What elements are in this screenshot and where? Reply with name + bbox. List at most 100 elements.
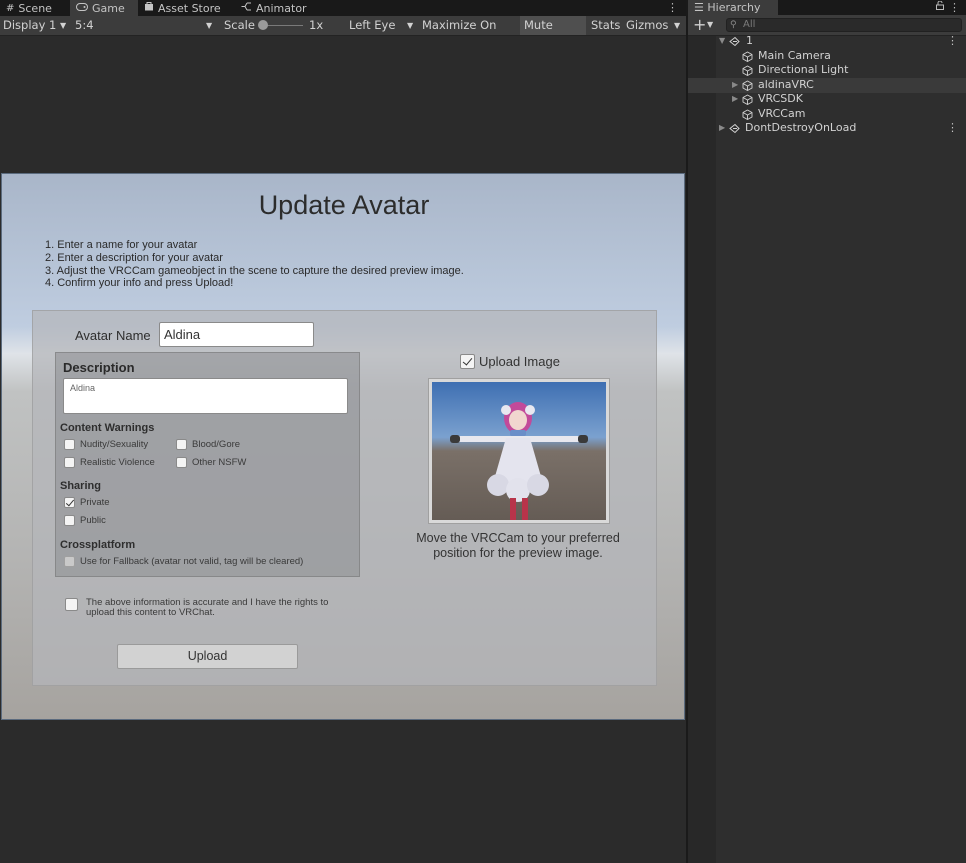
expand-arrow-icon[interactable]: ▶ (732, 92, 738, 107)
description-input[interactable]: Aldina (63, 378, 348, 414)
chevron-down-icon: ▼ (407, 21, 414, 30)
tab-asset-store-label: Asset Store (158, 1, 221, 15)
scale-value: 1x (309, 18, 324, 32)
scale-slider-track[interactable] (263, 25, 303, 26)
hierarchy-item-label: VRCCam (758, 107, 806, 120)
hierarchy-item[interactable]: ▶ aldinaVRC (688, 78, 966, 93)
gameobject-cube-icon (742, 65, 753, 76)
bag-icon (144, 1, 154, 16)
tab-animator[interactable]: Animator (235, 0, 315, 16)
content-warnings-title: Content Warnings (60, 422, 155, 434)
list-icon: ☰ (694, 1, 704, 14)
maximize-on-play-button[interactable]: Maximize On Play (419, 16, 517, 51)
description-title: Description (63, 360, 135, 375)
gameobject-cube-icon (742, 51, 753, 62)
aspect-dropdown[interactable]: 5:4 ▼ (75, 16, 217, 35)
sharing-public-label: Public (80, 515, 106, 526)
sharing-public[interactable]: Public (64, 515, 106, 526)
instruction-4: 4. Confirm your info and press Upload! (45, 277, 234, 290)
lock-icon[interactable] (936, 0, 944, 15)
upload-button[interactable]: Upload (117, 644, 298, 669)
scale-label: Scale (224, 18, 255, 32)
aspect-value: 5:4 (75, 18, 94, 32)
game-tabbar: # Scene Game Asset Store Animator ⋮ (0, 0, 686, 16)
hierarchy-item-label: Main Camera (758, 49, 831, 62)
gizmos-dropdown[interactable]: Gizmos ▼ (624, 16, 684, 35)
checkbox-checked[interactable] (460, 354, 475, 369)
instruction-1: 1. Enter a name for your avatar (45, 239, 198, 251)
sharing-private[interactable]: Private (64, 497, 110, 508)
warning-other-nsfw[interactable]: Other NSFW (176, 457, 246, 468)
search-placeholder: All (743, 19, 756, 30)
avatar-name-label: Avatar Name (75, 328, 151, 343)
upload-image-label: Upload Image (479, 354, 560, 369)
expand-arrow-icon[interactable]: ▶ (719, 121, 725, 136)
hierarchy-scene-1[interactable]: ▼ 1 ⋮ (688, 34, 966, 49)
sharing-title: Sharing (60, 480, 101, 492)
upload-image-toggle[interactable]: Upload Image (460, 354, 560, 369)
tab-game[interactable]: Game (70, 0, 138, 16)
warning-blood[interactable]: Blood/Gore (176, 439, 240, 450)
display-dropdown[interactable]: Display 1 ▼ (3, 16, 71, 35)
hierarchy-item-label: Directional Light (758, 63, 849, 76)
hierarchy-item-label: aldinaVRC (758, 78, 814, 91)
preview-caption-2: position for the preview image. (433, 546, 603, 560)
vrc-upload-screen: Update Avatar 1. Enter a name for your a… (1, 173, 685, 720)
checkbox-checked[interactable] (64, 497, 75, 508)
instruction-2: 2. Enter a description for your avatar (45, 251, 223, 264)
scale-slider-handle[interactable] (258, 20, 268, 30)
checkbox[interactable] (64, 457, 75, 468)
hierarchy-item[interactable]: Main Camera (688, 49, 966, 64)
checkbox[interactable] (176, 439, 187, 450)
sharing-private-label: Private (80, 497, 110, 508)
checkbox-disabled (64, 556, 75, 567)
stats-button[interactable]: Stats (588, 16, 622, 35)
expand-arrow-icon[interactable]: ▼ (719, 34, 725, 49)
game-viewport: Update Avatar 1. Enter a name for your a… (0, 36, 686, 863)
warning-nudity[interactable]: Nudity/Sexuality (64, 439, 148, 450)
tab-scene-label: Scene (18, 1, 52, 15)
hierarchy-search-input[interactable]: ⚲ All (726, 18, 962, 32)
display-value: Display 1 (3, 18, 57, 32)
game-menu-icon[interactable]: ⋮ (667, 0, 678, 15)
avatar-preview (432, 382, 606, 520)
game-toolbar: Display 1 ▼ 5:4 ▼ Scale 1x Left Eye ▼ Ma… (0, 16, 686, 51)
add-icon[interactable]: + (693, 15, 706, 34)
tab-scene[interactable]: # Scene (0, 0, 70, 16)
hierarchy-item[interactable]: VRCCam (688, 107, 966, 122)
hierarchy-scene-dontdestroy[interactable]: ▶ DontDestroyOnLoad ⋮ (688, 121, 966, 136)
chevron-down-icon[interactable]: ▼ (707, 15, 713, 34)
expand-arrow-icon[interactable]: ▶ (732, 78, 738, 93)
chevron-down-icon: ▼ (60, 21, 67, 30)
hierarchy-item-label: 1 (746, 34, 753, 47)
legal-checkbox[interactable] (65, 598, 78, 611)
checkbox[interactable] (176, 457, 187, 468)
avatar-name-input[interactable]: Aldina (159, 322, 314, 347)
preview-caption-1: Move the VRCCam to your preferred (416, 531, 620, 545)
scene-menu-icon[interactable]: ⋮ (947, 34, 958, 49)
tab-hierarchy[interactable]: ☰ Hierarchy (688, 0, 778, 15)
checkbox[interactable] (64, 515, 75, 526)
hierarchy-item[interactable]: Directional Light (688, 63, 966, 78)
fallback-option: Use for Fallback (avatar not valid, tag … (64, 556, 303, 567)
description-box: Description Aldina Content Warnings Nudi… (55, 352, 360, 577)
eye-dropdown[interactable]: Left Eye ▼ (349, 16, 417, 35)
mute-audio-button[interactable]: Mute Audio (520, 16, 586, 51)
hierarchy-item-label: VRCSDK (758, 92, 803, 105)
instruction-3: 3. Adjust the VRCCam gameobject in the s… (45, 264, 464, 277)
chevron-down-icon: ▼ (674, 21, 681, 30)
page-title: Update Avatar (258, 190, 430, 220)
legal-confirm[interactable]: The above information is accurate and I … (65, 598, 328, 618)
hierarchy-item-label: DontDestroyOnLoad (745, 121, 857, 134)
warning-blood-label: Blood/Gore (192, 439, 241, 450)
scene-icon (729, 36, 740, 47)
tab-asset-store[interactable]: Asset Store (138, 0, 233, 16)
scene-menu-icon[interactable]: ⋮ (947, 121, 958, 136)
tab-game-label: Game (92, 1, 125, 15)
gamepad-icon (76, 1, 88, 16)
warning-violence[interactable]: Realistic Violence (64, 457, 155, 468)
checkbox[interactable] (64, 439, 75, 450)
grid-icon: # (6, 2, 15, 14)
hierarchy-menu-icon[interactable]: ⋮ (949, 0, 960, 15)
hierarchy-item[interactable]: ▶ VRCSDK (688, 92, 966, 107)
